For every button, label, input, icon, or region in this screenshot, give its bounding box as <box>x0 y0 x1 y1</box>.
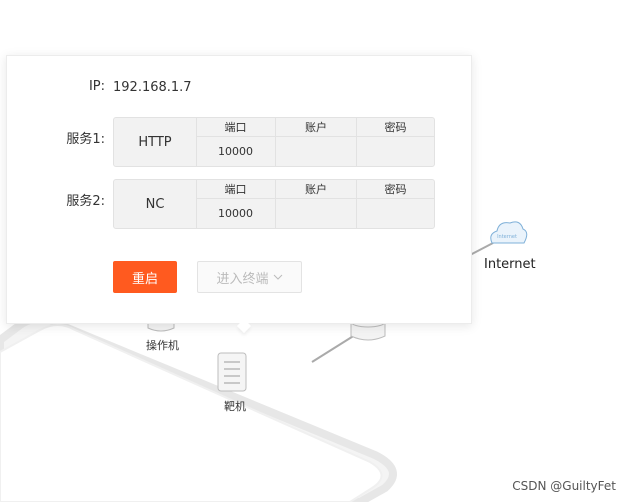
service-1-port-header: 端口 <box>196 118 276 137</box>
service-1-account-header: 账户 <box>276 118 357 137</box>
service-2-password-value <box>357 199 434 228</box>
service-2-password-header: 密码 <box>357 180 434 199</box>
ip-label: IP: <box>88 79 105 94</box>
service-1-table: HTTP 端口 账户 密码 10000 <box>113 117 435 167</box>
internet-label: Internet <box>484 257 536 272</box>
operator-label: 操作机 <box>146 339 179 352</box>
internet-cloud-icon: Internet <box>490 221 528 244</box>
network-zone-body <box>0 324 383 502</box>
link-to-internet <box>469 242 494 256</box>
service-2-table: NC 端口 账户 密码 10000 <box>113 179 435 229</box>
service-2-account-header: 账户 <box>276 180 357 199</box>
service-2-name: NC <box>114 180 197 228</box>
restart-button[interactable]: 重启 <box>113 261 177 293</box>
watermark: CSDN @GuiltyFet <box>512 479 616 493</box>
service-1-password-header: 密码 <box>357 118 434 137</box>
service-2-port-header: 端口 <box>196 180 276 199</box>
ip-value: 192.168.1.7 <box>113 80 192 95</box>
link-server-to-zone <box>311 334 356 363</box>
service-1-account-value <box>276 137 357 166</box>
host-detail-popup: IP: 192.168.1.7 服务1: HTTP 端口 账户 密码 10000… <box>6 55 472 334</box>
service-2-account-value <box>276 199 357 228</box>
service-2-label: 服务2: <box>66 194 105 209</box>
service-1-label: 服务1: <box>66 132 105 147</box>
chevron-down-icon <box>273 274 282 280</box>
enter-terminal-label: 进入终端 <box>216 271 269 287</box>
service-1-password-value <box>357 137 434 166</box>
target-machine-icon <box>217 352 247 392</box>
target-label: 靶机 <box>224 400 246 413</box>
service-2-port-value: 10000 <box>196 199 276 228</box>
service-1-port-value: 10000 <box>196 137 276 166</box>
internet-cloud-text: Internet <box>497 234 517 240</box>
service-1-name: HTTP <box>114 118 197 166</box>
enter-terminal-button[interactable]: 进入终端 <box>197 261 302 293</box>
